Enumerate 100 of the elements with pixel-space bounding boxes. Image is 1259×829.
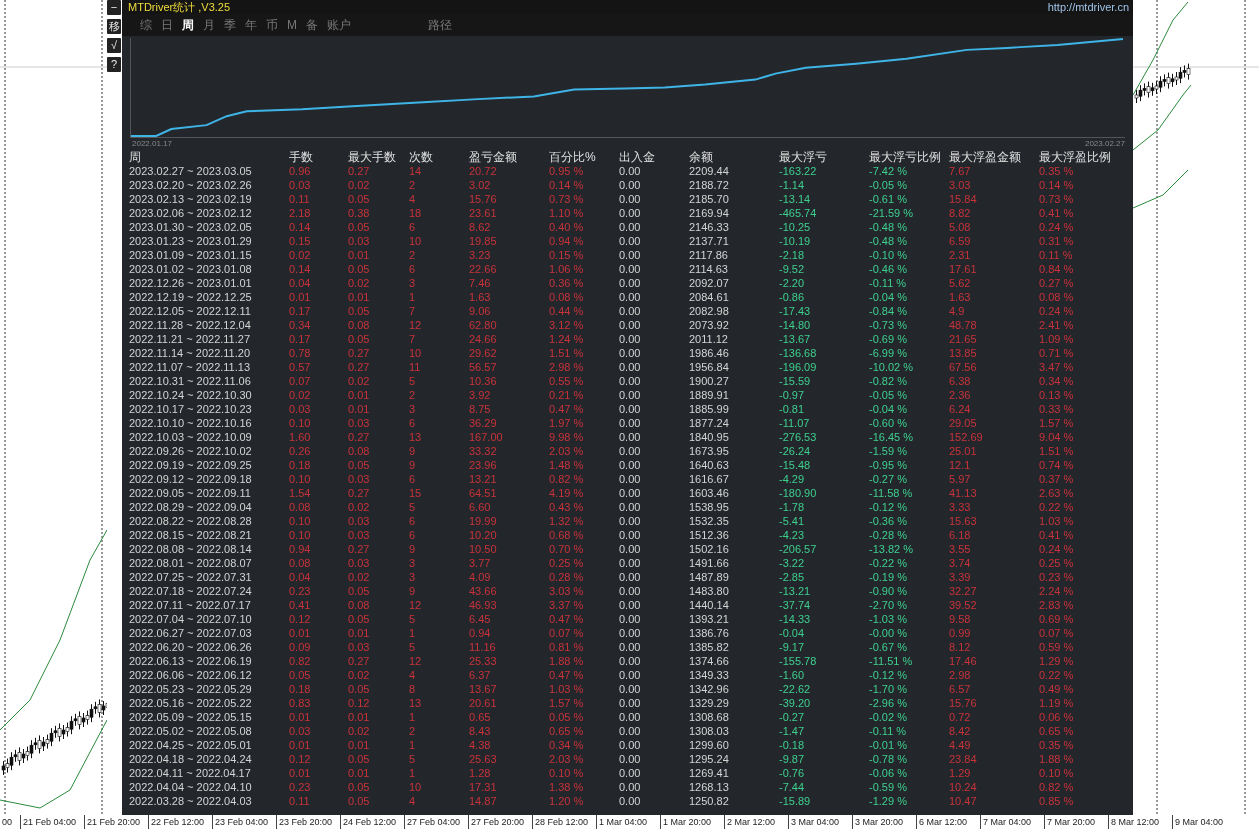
website-link[interactable]: http://mtdriver.cn (1047, 0, 1129, 16)
tool-button[interactable]: √ (107, 38, 121, 53)
table-cell-text: -9.87 (779, 752, 806, 766)
table-cell-text: 0.65 % (549, 724, 585, 738)
table-cell-text: 6 (409, 220, 417, 234)
table-cell-text: 0.18 (289, 682, 312, 696)
tab[interactable]: 币 (266, 18, 278, 32)
table-cell-text: 0.23 (289, 780, 312, 794)
tab[interactable]: 账户 (327, 18, 351, 32)
table-cell-text: -13.82 % (869, 542, 915, 556)
tab[interactable]: 季 (224, 18, 236, 32)
tab[interactable]: 路径 (428, 18, 452, 32)
table-cell-text: 23.84 (949, 752, 978, 766)
table-cell-text: 0.34 % (1039, 374, 1075, 388)
table-cell-text: -196.09 (779, 360, 818, 374)
table-cell-text: -9.17 (779, 640, 806, 654)
table-cell-text: 56.57 (469, 360, 498, 374)
table-cell-text: -1.14 (779, 178, 806, 192)
table-cell-text: 1.06 % (549, 262, 585, 276)
table-cell-text: 0.03 (289, 178, 312, 192)
table-cell-text: 0.47 % (549, 612, 585, 626)
table-cell-text: 0.00 (619, 696, 642, 710)
table-cell-text: 29.62 (469, 346, 498, 360)
table-cell-text: 0.94 (469, 626, 492, 640)
table-cell-text: -37.74 (779, 598, 812, 612)
tab[interactable]: 日 (161, 18, 173, 32)
table-cell-text: -4.29 (779, 472, 806, 486)
tab[interactable]: 月 (203, 18, 215, 32)
table-cell-text: 0.12 (289, 752, 312, 766)
table-cell-text: 2022.09.12 ~ 2022.09.18 (129, 472, 253, 486)
table-cell-text: 22.66 (469, 262, 498, 276)
table-cell-text: 0.95 % (549, 164, 585, 178)
table-cell-text: 2114.63 (689, 262, 729, 276)
tab[interactable]: 周 (182, 18, 194, 32)
table-cell-text: 0.47 % (549, 402, 585, 416)
table-cell-text: 4 (409, 668, 417, 682)
table-cell-text: -1.70 % (869, 682, 908, 696)
table-cell-text: -0.60 % (869, 416, 908, 430)
table-cell-text: 0.34 % (549, 738, 585, 752)
column-header: 盈亏金额 (469, 150, 518, 164)
tab[interactable]: 综 (140, 18, 152, 32)
tab[interactable]: M (287, 18, 297, 32)
tab[interactable]: 年 (245, 18, 257, 32)
tool-button[interactable]: − (107, 0, 121, 15)
table-cell-text: 41.13 (949, 486, 978, 500)
table-cell-text: -1.78 (779, 500, 806, 514)
table-cell-text: 6.24 (949, 402, 972, 416)
table-cell-text: 1900.27 (689, 374, 730, 388)
table-cell-text: 17.31 (469, 780, 498, 794)
table-cell-text: 2022.10.10 ~ 2022.10.16 (129, 416, 253, 430)
table-cell-text: -10.25 (779, 220, 812, 234)
table-cell-text: -0.22 % (869, 556, 908, 570)
table-cell-text: 2022.11.07 ~ 2022.11.13 (129, 360, 251, 374)
table-cell-text: 0.05 (348, 584, 371, 598)
table-cell-text: 0.00 (619, 248, 642, 262)
table-cell-text: 5 (409, 374, 417, 388)
tool-button[interactable]: 移 (107, 19, 121, 34)
time-label: 22 Feb 12:00 (148, 815, 212, 829)
table-cell-text: 1393.21 (689, 612, 730, 626)
table-cell-text: 39.52 (949, 598, 978, 612)
table-cell-text: 23.61 (469, 206, 498, 220)
window-title: MTDriver统计 ,V3.25 (128, 0, 231, 15)
table-cell-text: -0.84 % (869, 304, 908, 318)
table-cell-text: 2022.10.24 ~ 2022.10.30 (129, 388, 253, 402)
table-cell-text: 1 (409, 626, 417, 640)
table-cell-text: 64.51 (469, 486, 498, 500)
table-cell-text: 0.06 % (1039, 710, 1075, 724)
table-cell-text: 1491.66 (689, 556, 730, 570)
table-cell-text: 9.58 (949, 612, 972, 626)
table-cell-text: 2023.02.06 ~ 2023.02.12 (129, 206, 253, 220)
table-cell-text: -2.70 % (869, 598, 908, 612)
table-cell-text: 0.72 (949, 710, 972, 724)
table-cell-text: 0.38 (348, 206, 371, 220)
time-label: 7 Mar 04:00 (980, 815, 1044, 829)
table-cell-text: 0.00 (619, 220, 642, 234)
table-cell-text: 0.83 (289, 696, 312, 710)
table-cell-text: 6.38 (949, 374, 972, 388)
table-cell-text: 0.01 (289, 766, 312, 780)
tab[interactable]: 备 (306, 18, 318, 32)
table-cell-text: 0.04 (289, 276, 312, 290)
table-cell-text: 23.96 (469, 458, 498, 472)
tool-button[interactable]: ? (107, 57, 121, 72)
time-label: 3 Mar 04:00 (788, 815, 852, 829)
table-cell-text: 12 (409, 318, 423, 332)
table-cell-text: 4 (409, 192, 417, 206)
table-cell-text: 13.21 (469, 472, 498, 486)
table-cell-text: 0.41 % (1039, 206, 1075, 220)
table-cell-text: 1308.68 (689, 710, 730, 724)
table-cell-text: 0.02 (348, 178, 371, 192)
table-cell-text: 0.14 % (549, 178, 585, 192)
table-cell-text: -0.90 % (869, 584, 908, 598)
table-cell-text: 2022.05.23 ~ 2022.05.29 (129, 682, 253, 696)
table-cell-text: 9 (409, 584, 417, 598)
table-cell-text: 13.85 (949, 346, 978, 360)
table-cell-text: 0.21 % (549, 388, 585, 402)
table-cell-text: 2022.03.28 ~ 2022.04.03 (129, 794, 253, 808)
table-cell-text: 14 (409, 164, 423, 178)
table-cell-text: 1.88 % (549, 654, 585, 668)
table-cell-text: -7.42 % (869, 164, 908, 178)
table-cell-text: 6 (409, 514, 417, 528)
